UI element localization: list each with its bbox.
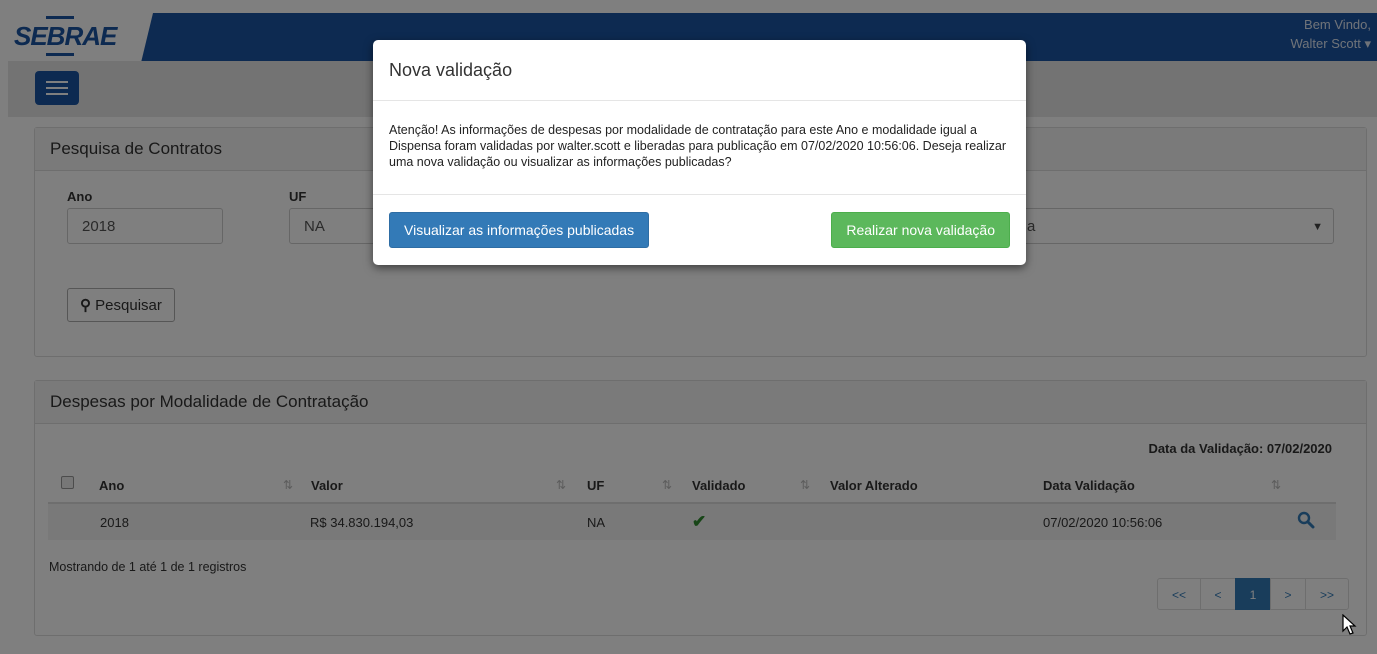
modal-message: Atenção! As informações de despesas por … <box>389 123 1007 169</box>
modal-header-divider <box>373 100 1026 101</box>
view-published-button[interactable]: Visualizar as informações publicadas <box>389 212 650 248</box>
new-validation-button[interactable]: Realizar nova validação <box>831 212 1010 248</box>
modal-title: Nova validação <box>389 60 513 80</box>
validation-modal: Nova validação Atenção! As informações d… <box>373 40 1026 265</box>
modal-footer-divider <box>373 194 1026 195</box>
cursor-icon <box>1342 614 1357 635</box>
